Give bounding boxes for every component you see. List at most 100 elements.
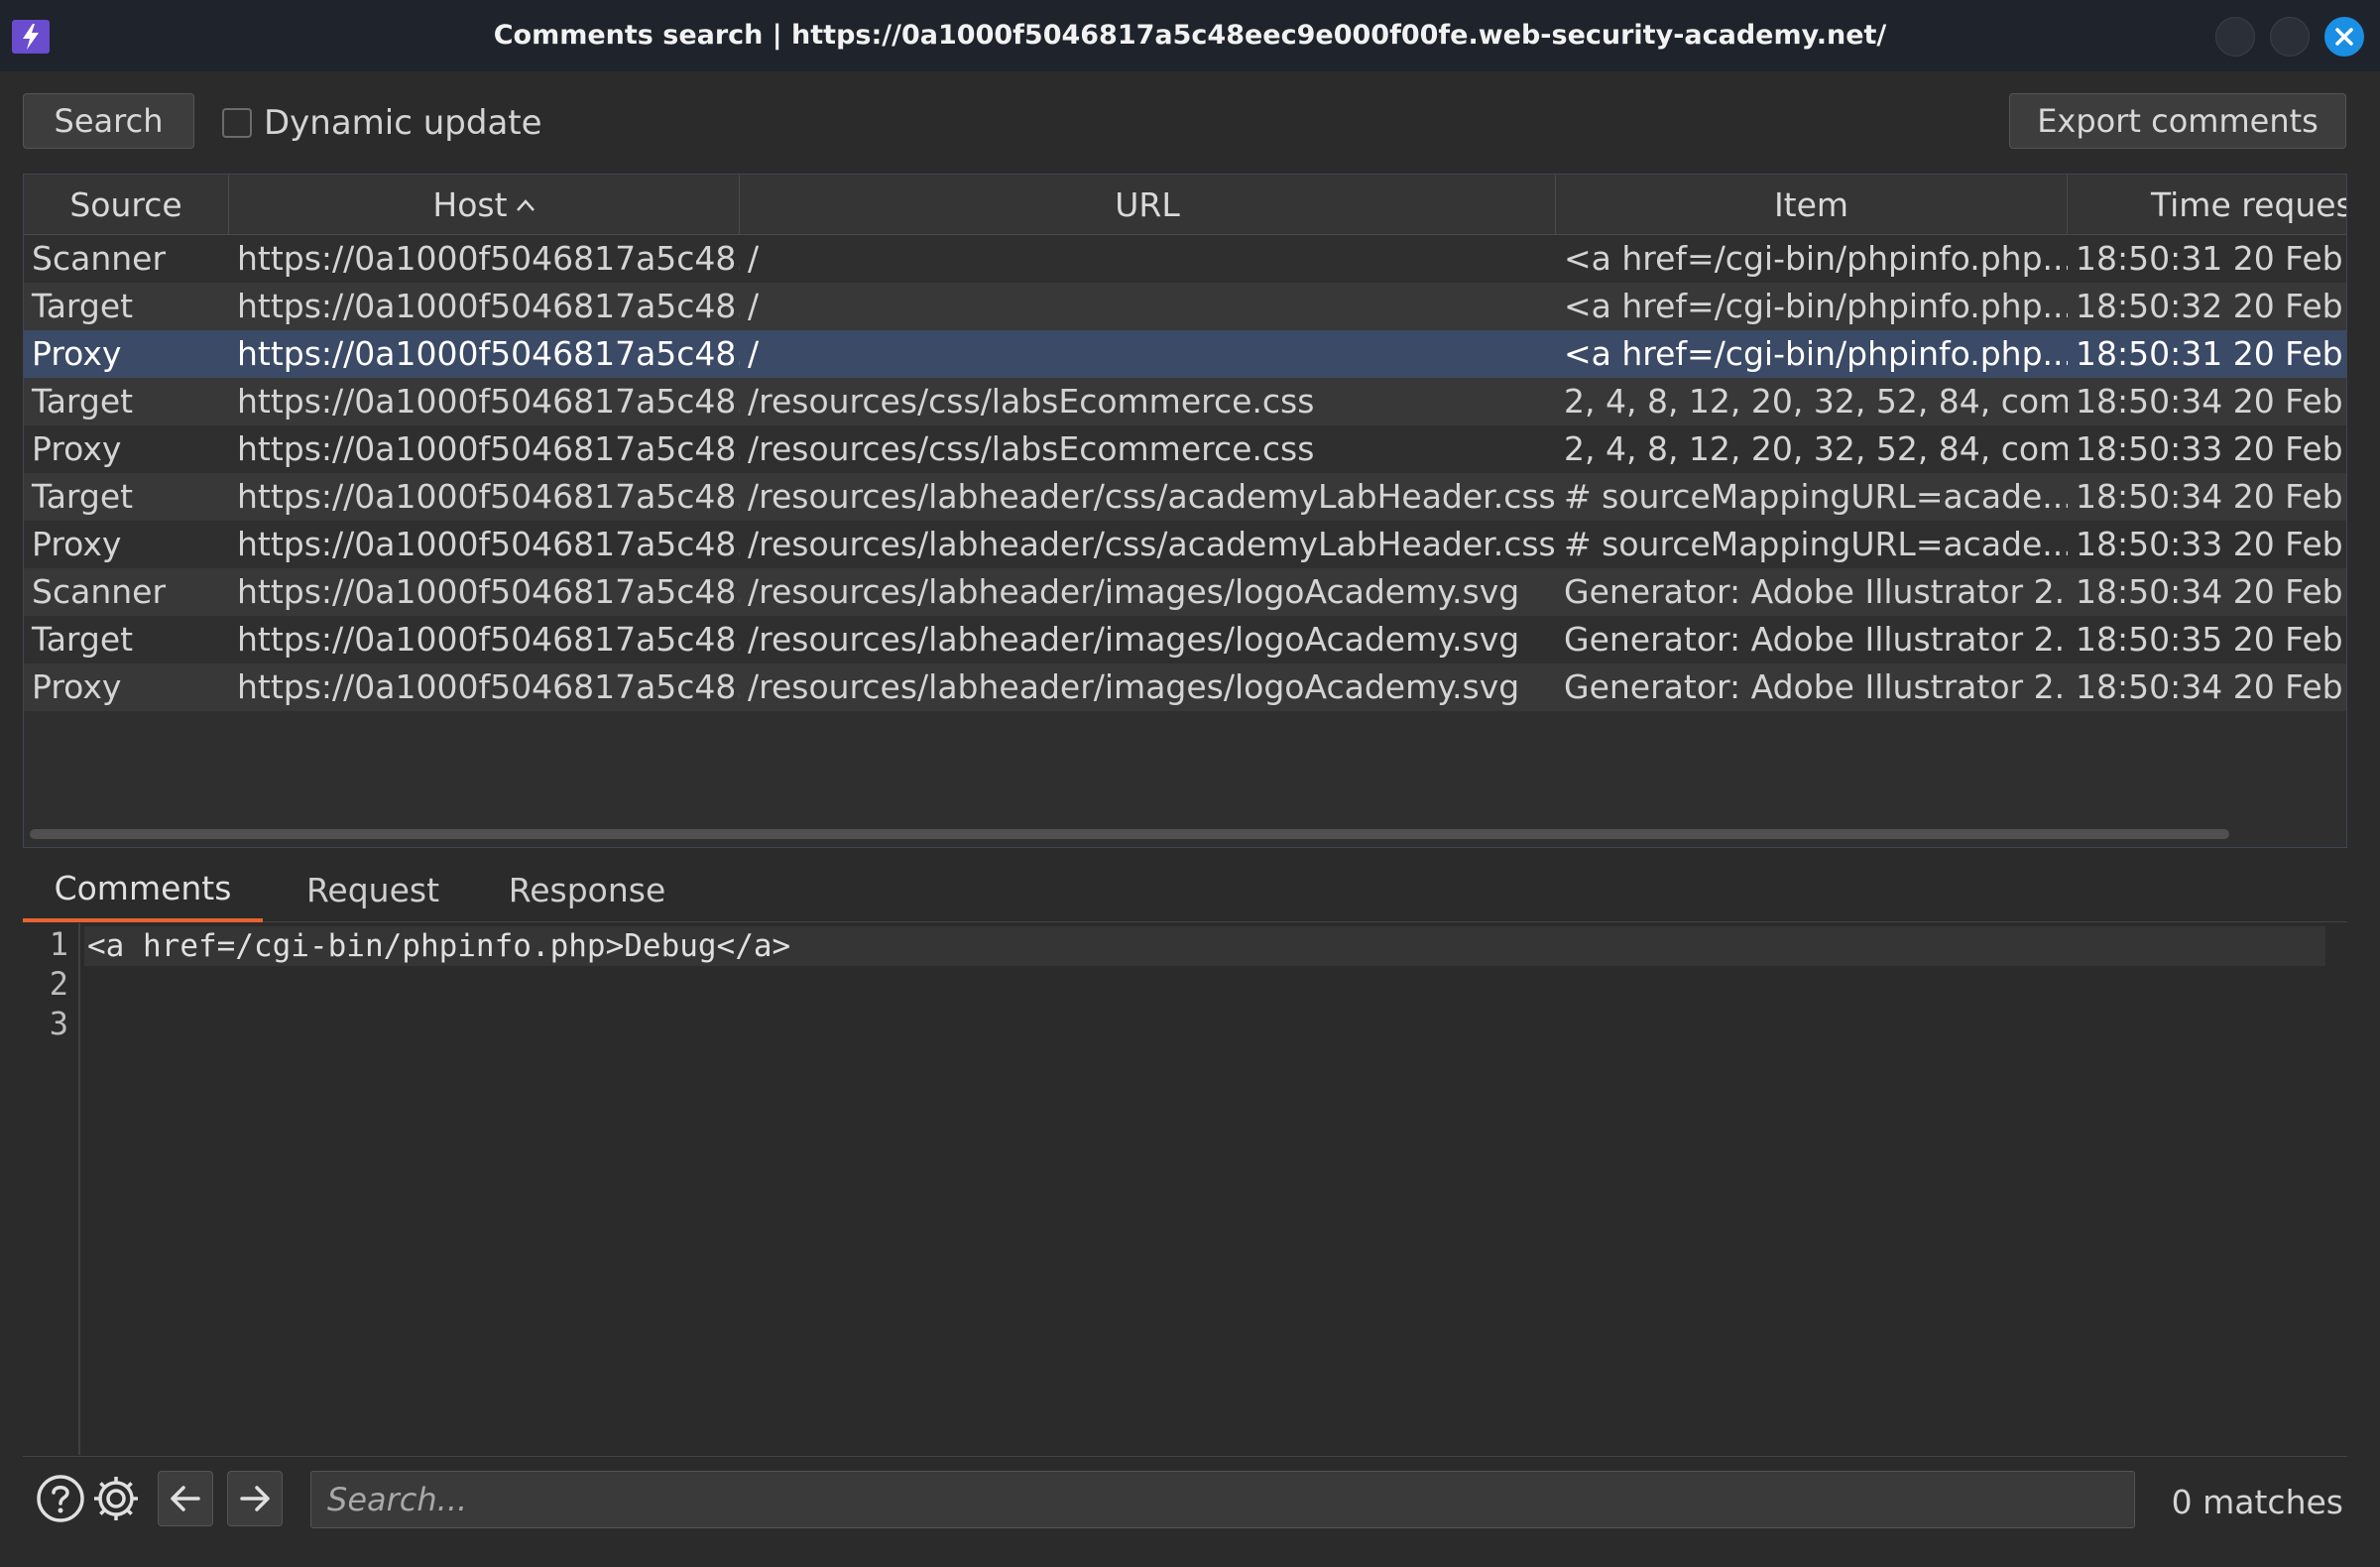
cell-source: Proxy	[32, 429, 122, 468]
line-number: 2	[49, 965, 68, 1003]
cell-url: /resources/labheader/images/logoAcademy.…	[748, 572, 1520, 611]
cell-item: Generator: Adobe Illustrator 2...	[1564, 667, 2068, 706]
table-row-selected[interactable]: Proxy https://0a1000f5046817a5c48... / <…	[24, 330, 2346, 378]
column-header-time-request[interactable]: Time request	[2068, 175, 2346, 235]
column-header-host[interactable]: Host	[229, 175, 740, 235]
cell-url: /resources/css/labsEcommerce.css	[748, 429, 1315, 468]
cell-source: Scanner	[32, 239, 167, 278]
export-comments-button[interactable]: Export comments	[2009, 93, 2346, 149]
cell-item: # sourceMappingURL=acade...	[1564, 525, 2068, 563]
table-row[interactable]: Target https://0a1000f5046817a5c48... /r…	[24, 473, 2346, 521]
cell-source: Proxy	[32, 525, 122, 563]
cell-time: 18:50:33 20 Feb 20	[2076, 525, 2346, 563]
cell-url: /resources/labheader/images/logoAcademy.…	[748, 620, 1520, 659]
table-row[interactable]: Scanner https://0a1000f5046817a5c48... /…	[24, 568, 2346, 616]
search-button[interactable]: Search	[23, 93, 194, 149]
tab-comments[interactable]: Comments	[23, 857, 263, 922]
cell-host: https://0a1000f5046817a5c48...	[237, 334, 740, 373]
cell-source: Target	[32, 382, 134, 421]
cell-time: 18:50:34 20 Feb 20	[2076, 477, 2346, 516]
cell-source: Scanner	[32, 572, 167, 611]
window-title: Comments search | https://0a1000f5046817…	[493, 20, 1887, 51]
column-header-url[interactable]: URL	[740, 175, 1556, 235]
cell-item: Generator: Adobe Illustrator 2...	[1564, 620, 2068, 659]
cell-host: https://0a1000f5046817a5c48...	[237, 239, 740, 278]
gear-icon	[94, 1477, 138, 1520]
column-header-source[interactable]: Source	[24, 175, 229, 235]
dynamic-update-option[interactable]: Dynamic update	[222, 103, 542, 143]
table-row[interactable]: Target https://0a1000f5046817a5c48... /r…	[24, 378, 2346, 425]
table-row[interactable]: Target https://0a1000f5046817a5c48... / …	[24, 283, 2346, 330]
comments-table: Source Host URL Item Time request Scanne…	[23, 174, 2347, 848]
dynamic-update-label: Dynamic update	[264, 103, 542, 143]
cell-time: 18:50:34 20 Feb 20	[2076, 667, 2346, 706]
cell-url: /	[748, 334, 760, 373]
table-row[interactable]: Proxy https://0a1000f5046817a5c48... /re…	[24, 663, 2346, 711]
previous-match-button[interactable]	[158, 1471, 213, 1526]
tab-response[interactable]: Response	[483, 857, 691, 922]
cell-url: /resources/css/labsEcommerce.css	[748, 382, 1315, 421]
cell-time: 18:50:31 20 Feb 20	[2076, 239, 2346, 278]
cell-host: https://0a1000f5046817a5c48...	[237, 429, 740, 468]
cell-item: 2, 4, 8, 12, 20, 32, 52, 84, comp...	[1564, 382, 2068, 421]
next-match-button[interactable]	[227, 1471, 283, 1526]
cell-item: Generator: Adobe Illustrator 2...	[1564, 572, 2068, 611]
arrow-right-icon	[240, 1486, 270, 1511]
cell-host: https://0a1000f5046817a5c48...	[237, 382, 740, 421]
horizontal-scrollbar[interactable]	[30, 829, 2229, 839]
table-row[interactable]: Proxy https://0a1000f5046817a5c48... /re…	[24, 425, 2346, 473]
title-bar: Comments search | https://0a1000f5046817…	[0, 0, 2380, 71]
arrow-left-icon	[171, 1486, 200, 1511]
cell-source: Proxy	[32, 667, 122, 706]
help-button[interactable]	[33, 1471, 88, 1526]
cell-item: <a href=/cgi-bin/phpinfo.php...	[1564, 334, 2068, 373]
table-row[interactable]: Target https://0a1000f5046817a5c48... /r…	[24, 616, 2346, 663]
comment-editor[interactable]: 1 2 3 <a href=/cgi-bin/phpinfo.php>Debug…	[23, 923, 2347, 1455]
cell-url: /	[748, 287, 760, 325]
cell-url: /resources/labheader/images/logoAcademy.…	[748, 667, 1520, 706]
tab-request[interactable]: Request	[289, 857, 457, 922]
table-row[interactable]: Scanner https://0a1000f5046817a5c48... /…	[24, 235, 2346, 283]
cell-host: https://0a1000f5046817a5c48...	[237, 667, 740, 706]
detail-tabs: Comments Request Response	[23, 857, 2347, 922]
search-bar: 0 matches	[23, 1456, 2347, 1539]
line-number-gutter: 1 2 3	[23, 923, 80, 1455]
search-input[interactable]	[310, 1471, 2135, 1528]
close-button[interactable]	[2324, 17, 2364, 57]
cell-time: 18:50:35 20 Feb 20	[2076, 620, 2346, 659]
code-line: <a href=/cgi-bin/phpinfo.php>Debug</a>	[87, 928, 791, 964]
table-row[interactable]: Proxy https://0a1000f5046817a5c48... /re…	[24, 521, 2346, 568]
cell-item: # sourceMappingURL=acade...	[1564, 477, 2068, 516]
cell-host: https://0a1000f5046817a5c48...	[237, 477, 740, 516]
cell-url: /resources/labheader/css/academyLabHeade…	[748, 525, 1556, 563]
line-number: 3	[49, 1005, 68, 1042]
maximize-button[interactable]	[2270, 17, 2310, 57]
cell-item: <a href=/cgi-bin/phpinfo.php...	[1564, 239, 2068, 278]
cell-time: 18:50:33 20 Feb 20	[2076, 429, 2346, 468]
cell-url: /	[748, 239, 760, 278]
minimize-button[interactable]	[2215, 17, 2255, 57]
comments-search-window: Comments search | https://0a1000f5046817…	[0, 0, 2380, 1567]
cell-item: <a href=/cgi-bin/phpinfo.php...	[1564, 287, 2068, 325]
cell-time: 18:50:32 20 Feb 20	[2076, 287, 2346, 325]
match-count: 0 matches	[2171, 1483, 2343, 1521]
close-icon	[2335, 28, 2353, 46]
line-number: 1	[49, 925, 68, 963]
column-header-item[interactable]: Item	[1556, 175, 2068, 235]
cell-source: Proxy	[32, 334, 122, 373]
cell-url: /resources/labheader/css/academyLabHeade…	[748, 477, 1556, 516]
cell-time: 18:50:34 20 Feb 20	[2076, 382, 2346, 421]
help-icon	[37, 1475, 84, 1522]
cell-source: Target	[32, 287, 134, 325]
cell-host: https://0a1000f5046817a5c48...	[237, 572, 740, 611]
cell-time: 18:50:34 20 Feb 20	[2076, 572, 2346, 611]
table-header: Source Host URL Item Time request	[24, 175, 2346, 235]
cell-time: 18:50:31 20 Feb 20	[2076, 334, 2346, 373]
cell-host: https://0a1000f5046817a5c48...	[237, 525, 740, 563]
cell-item: 2, 4, 8, 12, 20, 32, 52, 84, comp...	[1564, 429, 2068, 468]
settings-button[interactable]	[88, 1471, 144, 1526]
cell-source: Target	[32, 620, 134, 659]
cell-host: https://0a1000f5046817a5c48...	[237, 287, 740, 325]
cell-host: https://0a1000f5046817a5c48...	[237, 620, 740, 659]
dynamic-update-checkbox[interactable]	[222, 108, 252, 138]
